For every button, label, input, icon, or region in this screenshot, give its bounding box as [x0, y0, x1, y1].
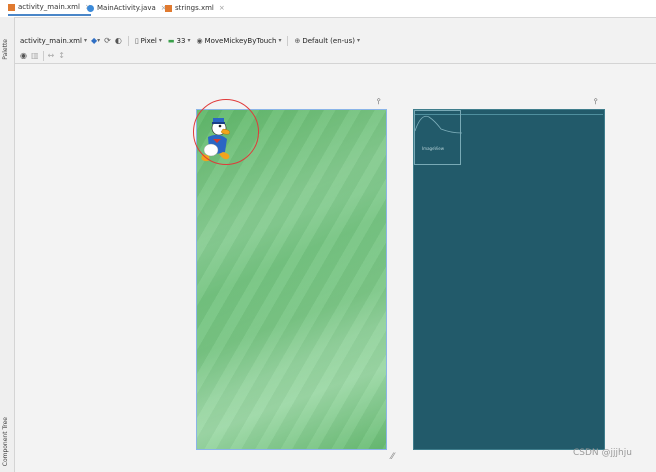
left-tool-strip: Palette Component Tree	[0, 17, 15, 472]
selection-highlight-circle	[193, 99, 259, 165]
api-level-label: 33	[176, 36, 186, 45]
image-placeholder-icon	[415, 115, 462, 134]
pin-icon[interactable]: ⫯	[377, 97, 380, 107]
device-label: Pixel	[140, 36, 157, 45]
phone-icon: ▯	[134, 36, 139, 45]
blueprint-toggle-icon[interactable]: ▥	[31, 51, 39, 60]
globe-icon: ⊕	[294, 36, 301, 45]
imageview-label: ImageView	[422, 146, 445, 151]
tab-label: activity_main.xml	[18, 3, 80, 11]
device-selector[interactable]: ▯ Pixel ▾	[135, 37, 162, 45]
tab-label: MainActivity.java	[97, 4, 156, 12]
toolbar-divider	[287, 35, 289, 46]
blueprint-imageview-outline[interactable]: ImageView	[414, 110, 462, 165]
tab-activity-main[interactable]: activity_main.xml ×	[8, 0, 91, 16]
chevron-down-icon: ▾	[83, 37, 87, 44]
chevron-down-icon: ▾	[187, 37, 191, 44]
horizontal-resize-icon[interactable]: ↔	[48, 51, 55, 60]
xml-file-icon	[8, 3, 15, 11]
pin-icon[interactable]: ⫯	[594, 97, 597, 107]
layout-editor-toolbar: activity_main.xml ▾ ◆ ▾ ⟳ ◐ ▯ Pixel ▾ ▬ …	[15, 33, 656, 48]
tab-main-activity[interactable]: MainActivity.java ×	[87, 0, 167, 16]
watermark-text: CSDN @jjjhju	[573, 448, 632, 458]
api-level-selector[interactable]: ▬ 33 ▾	[168, 37, 191, 45]
locale-selector[interactable]: ⊕ Default (en-us) ▾	[294, 37, 360, 45]
theme-label: MoveMickeyByTouch	[204, 36, 277, 45]
java-class-icon	[87, 4, 94, 12]
tab-label: strings.xml	[175, 4, 214, 12]
toolbar-divider	[42, 50, 44, 61]
vertical-resize-icon[interactable]: ↕	[58, 51, 65, 60]
tab-strings[interactable]: strings.xml ×	[165, 0, 225, 16]
file-selector-label: activity_main.xml	[20, 36, 82, 45]
night-mode-icon[interactable]: ◐	[115, 36, 122, 45]
chevron-down-icon: ▾	[356, 37, 360, 44]
locale-label: Default (en-us)	[302, 36, 355, 45]
toolbar-divider	[127, 35, 129, 46]
eye-icon[interactable]: ◉	[20, 51, 27, 60]
chevron-down-icon: ▾	[278, 37, 282, 44]
chevron-down-icon: ▾	[158, 37, 162, 44]
xml-file-icon	[165, 4, 172, 12]
blueprint-preview-screen[interactable]: ImageView	[413, 109, 605, 450]
theme-icon: ◉	[196, 36, 203, 45]
file-selector[interactable]: activity_main.xml ▾	[20, 37, 87, 45]
constraint-toolbar: ◉ ▥ ↔ ↕	[15, 48, 656, 64]
component-tree-panel-button[interactable]: Component Tree	[2, 417, 9, 466]
close-icon[interactable]: ×	[219, 4, 225, 12]
chevron-down-icon: ▾	[97, 37, 101, 44]
theme-selector[interactable]: ◉ MoveMickeyByTouch ▾	[196, 37, 281, 45]
android-icon: ▬	[167, 36, 175, 45]
resize-handle-icon[interactable]: ⁄⁄	[391, 452, 394, 462]
orientation-icon[interactable]: ⟳	[104, 36, 111, 45]
editor-tab-bar: activity_main.xml × MainActivity.java × …	[0, 0, 656, 18]
palette-panel-button[interactable]: Palette	[2, 39, 9, 60]
